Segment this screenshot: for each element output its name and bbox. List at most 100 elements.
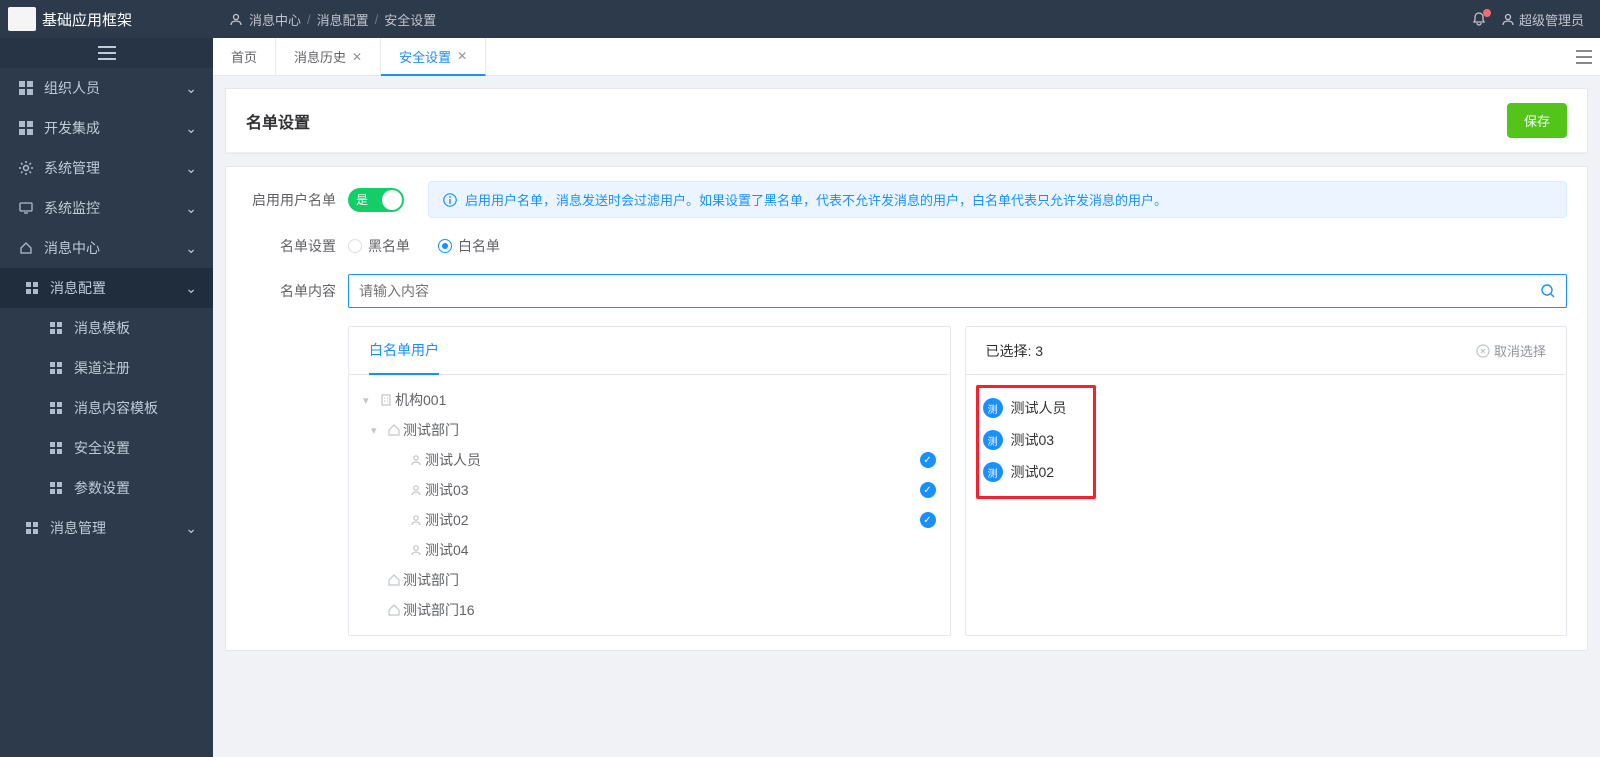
- sidebar-item-security-settings[interactable]: 安全设置: [0, 428, 213, 468]
- sidebar-item-label: 消息配置: [50, 278, 106, 298]
- caret-down-icon: ▾: [363, 394, 377, 407]
- sidebar-item-dev[interactable]: 开发集成 ⌄: [0, 108, 213, 148]
- tree-node-dept[interactable]: 测试部门: [355, 565, 944, 595]
- sidebar-item-label: 参数设置: [74, 478, 130, 498]
- tree-node-user[interactable]: 测试04: [355, 535, 944, 565]
- sidebar-item-system-manage[interactable]: 系统管理 ⌄: [0, 148, 213, 188]
- radio-circle-icon: [348, 239, 362, 253]
- chevron-down-icon: ⌄: [185, 520, 197, 537]
- user-icon: [229, 12, 243, 26]
- sidebar-item-channel-register[interactable]: 渠道注册: [0, 348, 213, 388]
- close-icon[interactable]: ✕: [352, 50, 362, 64]
- tree-label: 测试部门: [403, 570, 459, 590]
- sidebar-item-label: 消息内容模板: [74, 398, 158, 418]
- sidebar-item-message-template[interactable]: 消息模板: [0, 308, 213, 348]
- selected-item[interactable]: 测 测试03: [981, 424, 1091, 456]
- sidebar-item-label: 消息管理: [50, 518, 106, 538]
- sidebar-item-message-manage[interactable]: 消息管理 ⌄: [0, 508, 213, 548]
- sidebar-item-param-settings[interactable]: 参数设置: [0, 468, 213, 508]
- selected-label: 已选择: 3: [986, 341, 1044, 361]
- save-button[interactable]: 保存: [1507, 103, 1567, 138]
- search-input-wrapper: [348, 274, 1567, 308]
- grid-icon: [18, 80, 34, 96]
- check-badge-icon: ✓: [920, 512, 936, 528]
- radio-blacklist[interactable]: 黑名单: [348, 236, 410, 256]
- switch-text: 是: [356, 191, 368, 208]
- sidebar-collapse-toggle[interactable]: [0, 38, 213, 68]
- home-icon: [18, 240, 34, 256]
- chevron-down-icon: ⌄: [185, 240, 197, 257]
- tabs-more-menu[interactable]: [1576, 50, 1592, 64]
- tree-node-dept[interactable]: 测试部门16: [355, 595, 944, 625]
- notification-bell[interactable]: [1471, 11, 1487, 27]
- chevron-down-icon: ⌄: [185, 120, 197, 137]
- grid-small-icon: [24, 280, 40, 296]
- crumb-sep: /: [307, 12, 311, 27]
- user-icon: [1501, 12, 1515, 26]
- building-icon: [377, 393, 395, 407]
- crumb-b[interactable]: 消息配置: [317, 10, 369, 29]
- grid-small-icon: [48, 320, 64, 336]
- source-tab[interactable]: 白名单用户: [369, 327, 439, 375]
- sidebar-item-message-content-template[interactable]: 消息内容模板: [0, 388, 213, 428]
- topbar: 消息中心 / 消息配置 / 安全设置 超级管理员: [213, 0, 1600, 38]
- check-badge-icon: ✓: [920, 482, 936, 498]
- tree-node-user[interactable]: 测试人员 ✓: [355, 445, 944, 475]
- list-type-label: 名单设置: [246, 236, 336, 256]
- chevron-down-icon: ⌄: [185, 200, 197, 217]
- tab-message-history[interactable]: 消息历史 ✕: [276, 38, 381, 76]
- selected-count: 3: [1035, 343, 1043, 359]
- grid-small-icon: [48, 480, 64, 496]
- circle-x-icon: [1476, 344, 1490, 358]
- tree-node-user[interactable]: 测试02 ✓: [355, 505, 944, 535]
- tab-label: 消息历史: [294, 47, 346, 66]
- sidebar-item-message-config[interactable]: 消息配置 ⌄: [0, 268, 213, 308]
- crumb-a[interactable]: 消息中心: [249, 10, 301, 29]
- content-label: 名单内容: [246, 281, 336, 301]
- person-icon: [407, 543, 425, 557]
- search-icon[interactable]: [1540, 283, 1556, 299]
- tab-home[interactable]: 首页: [213, 38, 276, 76]
- tree-node-user[interactable]: 测试03 ✓: [355, 475, 944, 505]
- tab-label: 安全设置: [399, 47, 451, 66]
- sidebar-item-system-monitor[interactable]: 系统监控 ⌄: [0, 188, 213, 228]
- notification-dot: [1483, 9, 1491, 17]
- tree-label: 测试03: [425, 480, 469, 500]
- radio-circle-icon: [438, 239, 452, 253]
- grid-small-icon: [24, 520, 40, 536]
- close-icon[interactable]: ✕: [457, 49, 467, 63]
- selection-highlight-box: 测 测试人员 测 测试03 测 测试02: [976, 385, 1096, 499]
- check-badge-icon: ✓: [920, 452, 936, 468]
- search-input[interactable]: [359, 283, 1540, 299]
- tree-node-org[interactable]: ▾ 机构001: [355, 385, 944, 415]
- radio-whitelist[interactable]: 白名单: [438, 236, 500, 256]
- person-icon: [407, 453, 425, 467]
- app-logo: 基础应用框架: [0, 0, 213, 38]
- selected-panel: 已选择: 3 取消选择 测: [965, 326, 1568, 636]
- home-icon: [385, 573, 403, 587]
- clear-selection-button[interactable]: 取消选择: [1476, 341, 1546, 360]
- person-icon: [407, 513, 425, 527]
- page-title: 名单设置: [246, 109, 310, 133]
- user-menu[interactable]: 超级管理员: [1501, 10, 1584, 29]
- sidebar-item-org[interactable]: 组织人员 ⌄: [0, 68, 213, 108]
- app-title: 基础应用框架: [42, 9, 132, 30]
- caret-down-icon: ▾: [371, 424, 385, 437]
- clear-selection-label: 取消选择: [1494, 341, 1546, 360]
- hamburger-icon: [1576, 50, 1592, 64]
- chevron-down-icon: ⌄: [185, 80, 197, 97]
- enable-switch[interactable]: 是: [348, 188, 404, 212]
- info-icon: [443, 193, 457, 207]
- gear-icon: [18, 160, 34, 176]
- crumb-c[interactable]: 安全设置: [384, 10, 436, 29]
- selected-item-label: 测试02: [1011, 462, 1055, 482]
- tree-label: 测试部门: [403, 420, 459, 440]
- selected-item[interactable]: 测 测试02: [981, 456, 1091, 488]
- tree-label: 测试人员: [425, 450, 481, 470]
- selected-item[interactable]: 测 测试人员: [981, 392, 1091, 424]
- tree-node-dept[interactable]: ▾ 测试部门: [355, 415, 944, 445]
- sidebar-item-label: 组织人员: [44, 78, 100, 98]
- sidebar-item-message-center[interactable]: 消息中心 ⌄: [0, 228, 213, 268]
- home-icon: [385, 423, 403, 437]
- tab-security-settings[interactable]: 安全设置 ✕: [381, 38, 486, 76]
